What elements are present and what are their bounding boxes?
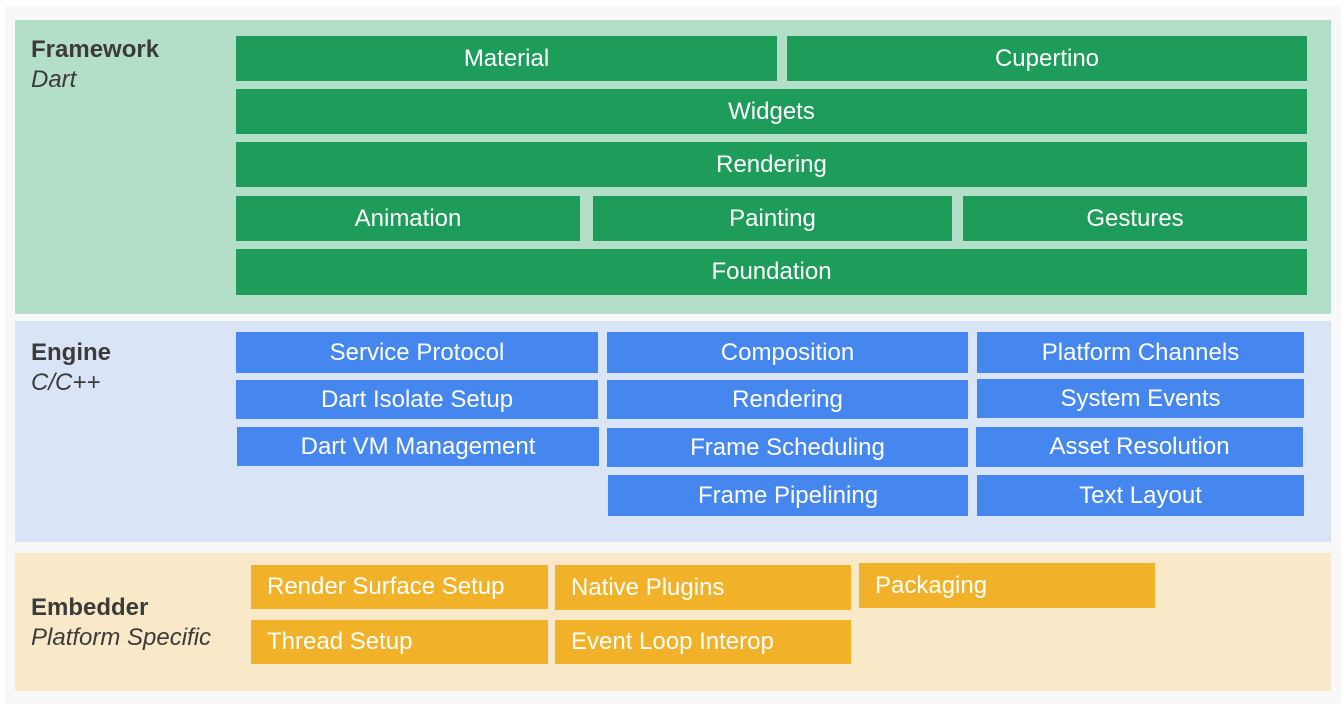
layer-name: Embedder <box>31 594 149 621</box>
engine-box-frame-pipelining: Frame Pipelining <box>608 475 968 516</box>
framework-box-painting: Painting <box>593 196 952 241</box>
engine-title: Engine C/C++ <box>31 338 111 398</box>
framework-box-widgets: Widgets <box>236 89 1307 134</box>
embedder-box-native-plugins: Native Plugins <box>555 565 851 610</box>
engine-box-text-layout: Text Layout <box>977 475 1304 516</box>
layer-language: Platform Specific <box>31 624 212 651</box>
framework-box-gestures: Gestures <box>963 196 1307 241</box>
framework-box-material: Material <box>236 36 777 81</box>
engine-box-service-protocol: Service Protocol <box>236 332 598 373</box>
framework-title: Framework Dart <box>31 35 159 95</box>
engine-box-platform-channels: Platform Channels <box>977 332 1304 373</box>
embedder-title: Embedder Platform Specific <box>31 593 211 653</box>
embedder-box-packaging: Packaging <box>859 563 1155 608</box>
engine-box-frame-scheduling: Frame Scheduling <box>607 428 968 467</box>
framework-box-cupertino: Cupertino <box>787 36 1307 81</box>
layer-language: Dart <box>31 66 77 93</box>
layer-language: C/C++ <box>31 369 101 396</box>
engine-box-asset-resolution: Asset Resolution <box>976 427 1303 467</box>
embedder-box-event-loop-interop: Event Loop Interop <box>555 620 851 664</box>
embedder-box-render-surface-setup: Render Surface Setup <box>251 565 548 609</box>
embedder-box-thread-setup: Thread Setup <box>251 620 548 664</box>
layer-name: Framework <box>31 36 160 63</box>
framework-box-rendering: Rendering <box>236 142 1307 187</box>
engine-box-dart-isolate-setup: Dart Isolate Setup <box>236 380 598 419</box>
layer-name: Engine <box>31 339 112 366</box>
engine-box-rendering: Rendering <box>607 380 968 419</box>
framework-box-animation: Animation <box>236 196 580 241</box>
engine-box-dart-vm-management: Dart VM Management <box>237 427 599 466</box>
framework-box-foundation: Foundation <box>236 249 1307 295</box>
engine-box-composition: Composition <box>607 332 968 373</box>
engine-box-system-events: System Events <box>977 379 1304 418</box>
